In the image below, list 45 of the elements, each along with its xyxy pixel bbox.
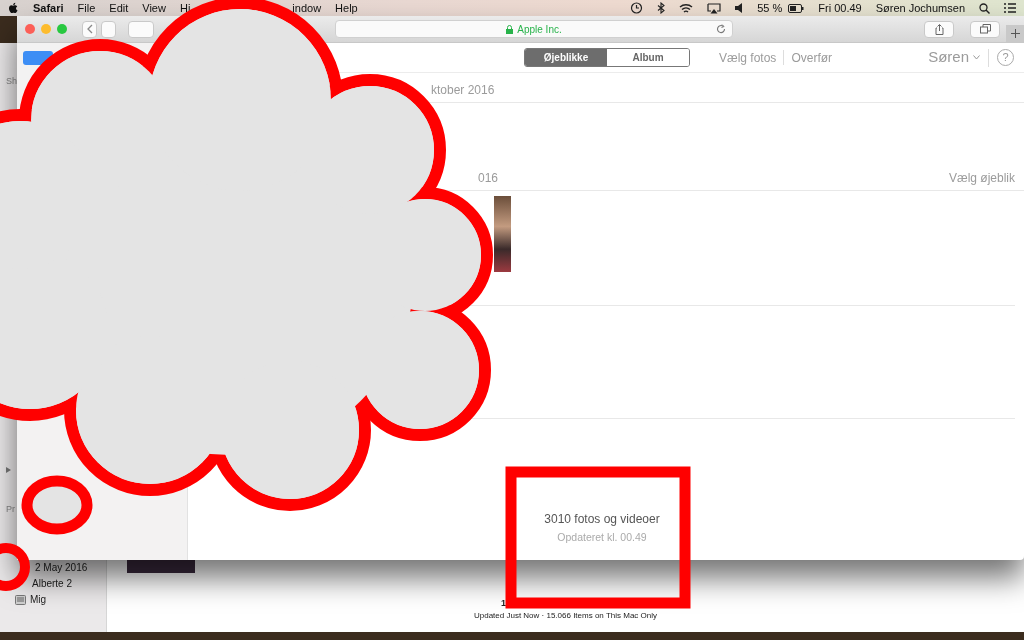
lock-icon bbox=[506, 24, 514, 34]
back-button[interactable] bbox=[82, 20, 97, 38]
status-title: 1 bbox=[501, 596, 506, 610]
share-button[interactable] bbox=[924, 20, 954, 38]
segment-tab[interactable]: Øjeblikke bbox=[525, 49, 607, 66]
speaker-icon[interactable] bbox=[735, 3, 744, 13]
disclosure-triangle-icon[interactable] bbox=[6, 466, 11, 473]
menu-item[interactable]: indow bbox=[292, 0, 322, 17]
reload-icon[interactable] bbox=[716, 24, 726, 34]
section-title: ktober 2016 bbox=[431, 82, 495, 99]
apple-logo-icon bbox=[8, 2, 19, 14]
sidebar-item[interactable]: Alberte 2 bbox=[32, 577, 73, 590]
app-menu[interactable]: Safari bbox=[33, 0, 64, 17]
menu-item[interactable]: File bbox=[77, 0, 96, 17]
sidebar-heading: Sh bbox=[6, 75, 17, 88]
section-title: 016 bbox=[478, 170, 499, 187]
menu-item[interactable]: Help bbox=[335, 0, 358, 17]
photo-count: 3010 fotos og videoer bbox=[544, 511, 660, 529]
sidebar-item[interactable]: 2 May 2016 bbox=[35, 561, 88, 574]
menubar-clock[interactable]: Fri 00.49 bbox=[818, 0, 862, 17]
tabs-button[interactable] bbox=[970, 20, 1000, 38]
sidebar-item[interactable]: Mig bbox=[15, 593, 47, 606]
menu-item[interactable]: View bbox=[142, 0, 166, 17]
menu-item[interactable]: Edit bbox=[109, 0, 129, 17]
status-text: Updated Just Now · 15.066 Items on This Mac Only bbox=[473, 610, 657, 622]
airplay-icon[interactable] bbox=[707, 2, 722, 14]
plus-icon bbox=[1010, 28, 1020, 38]
battery-percentage: 55 % bbox=[757, 0, 783, 16]
search-icon[interactable] bbox=[979, 2, 990, 14]
album-icon bbox=[15, 594, 26, 605]
sidebar-heading: Pr bbox=[6, 502, 15, 516]
photo-placeholder bbox=[127, 560, 195, 573]
chevron-down-icon bbox=[973, 55, 980, 60]
menubar-user[interactable]: Søren Jochumsen bbox=[875, 0, 965, 17]
bluetooth-icon[interactable] bbox=[657, 2, 666, 14]
list-icon[interactable] bbox=[1004, 3, 1016, 13]
clock-icon[interactable] bbox=[630, 2, 644, 14]
wifi-icon[interactable] bbox=[679, 2, 694, 14]
updated-time: Opdateret kl. 00.49 bbox=[557, 530, 647, 546]
menu-item[interactable]: Hi bbox=[179, 0, 191, 17]
new-tab-button[interactable] bbox=[1006, 24, 1024, 42]
tabs-icon bbox=[979, 24, 991, 34]
sidebar-toggle-button[interactable] bbox=[128, 20, 154, 38]
share-icon bbox=[934, 23, 944, 35]
battery-icon[interactable] bbox=[788, 3, 805, 13]
